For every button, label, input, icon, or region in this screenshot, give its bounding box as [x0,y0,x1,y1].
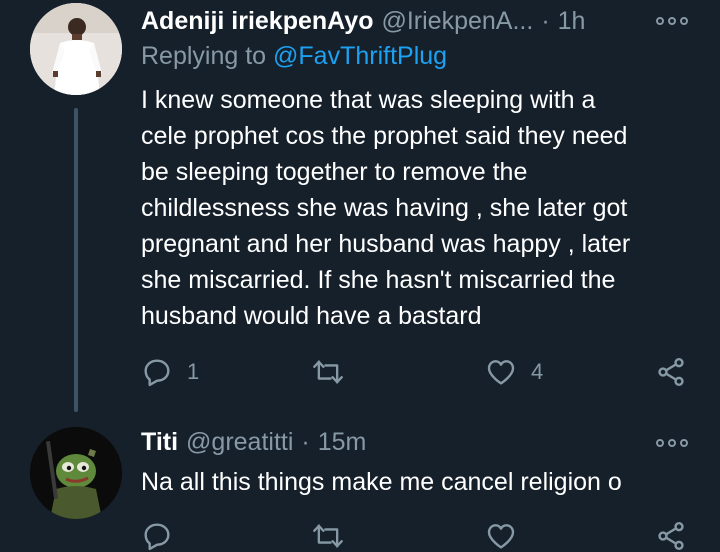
retweet-icon [313,360,343,384]
reply-bubble-icon [144,359,170,387]
handle[interactable]: @greatitti [186,428,293,457]
tweet[interactable]: Titi @greatitti · 15m Na all this things… [0,420,720,552]
retweet-icon [313,524,343,548]
separator: · [541,6,550,35]
share-button[interactable] [655,516,687,552]
like-button[interactable] [485,516,531,552]
handle[interactable]: @IriekpenA... [381,7,533,36]
share-button[interactable] [655,352,687,392]
reply-button[interactable]: 1 [141,352,199,392]
reply-count: 1 [187,359,200,384]
reply-bubble-icon [144,523,170,551]
timestamp[interactable]: 1h [558,7,586,36]
tweet-actions: 1 4 [141,352,696,392]
tweet-text: I knew someone that was sleeping with a … [141,86,631,330]
reply-button[interactable] [141,516,187,552]
more-dots-icon[interactable] [656,14,688,28]
display-name[interactable]: Titi [141,428,178,457]
separator: · [301,427,310,456]
replying-to-label: Replying to [141,42,274,70]
reply-mention-link[interactable]: @FavThriftPlug [273,42,447,70]
tweet-text: Na all this things make me cancel religi… [141,468,622,496]
avatar[interactable] [30,3,122,95]
timeline: Adeniji iriekpenAyo @IriekpenA... · 1h R… [0,0,720,552]
heart-icon [487,524,515,549]
tweet-actions [141,516,696,552]
thread-line [74,108,78,412]
retweet-button[interactable] [311,352,359,392]
tweet[interactable]: Adeniji iriekpenAyo @IriekpenA... · 1h R… [0,0,720,420]
avatar[interactable] [30,427,122,519]
share-icon [658,358,684,386]
timestamp[interactable]: 15m [318,428,367,457]
share-icon [658,522,684,550]
tweet-header: Titi @greatitti · 15m [141,421,692,463]
replying-to: Replying to @FavThriftPlug [141,42,447,71]
display-name[interactable]: Adeniji iriekpenAyo [141,7,373,36]
like-button[interactable]: 4 [485,352,543,392]
retweet-button[interactable] [311,516,359,552]
tweet-header: Adeniji iriekpenAyo @IriekpenA... · 1h [141,0,692,42]
more-dots-icon[interactable] [656,436,688,450]
heart-icon [487,360,515,385]
like-count: 4 [531,359,544,384]
